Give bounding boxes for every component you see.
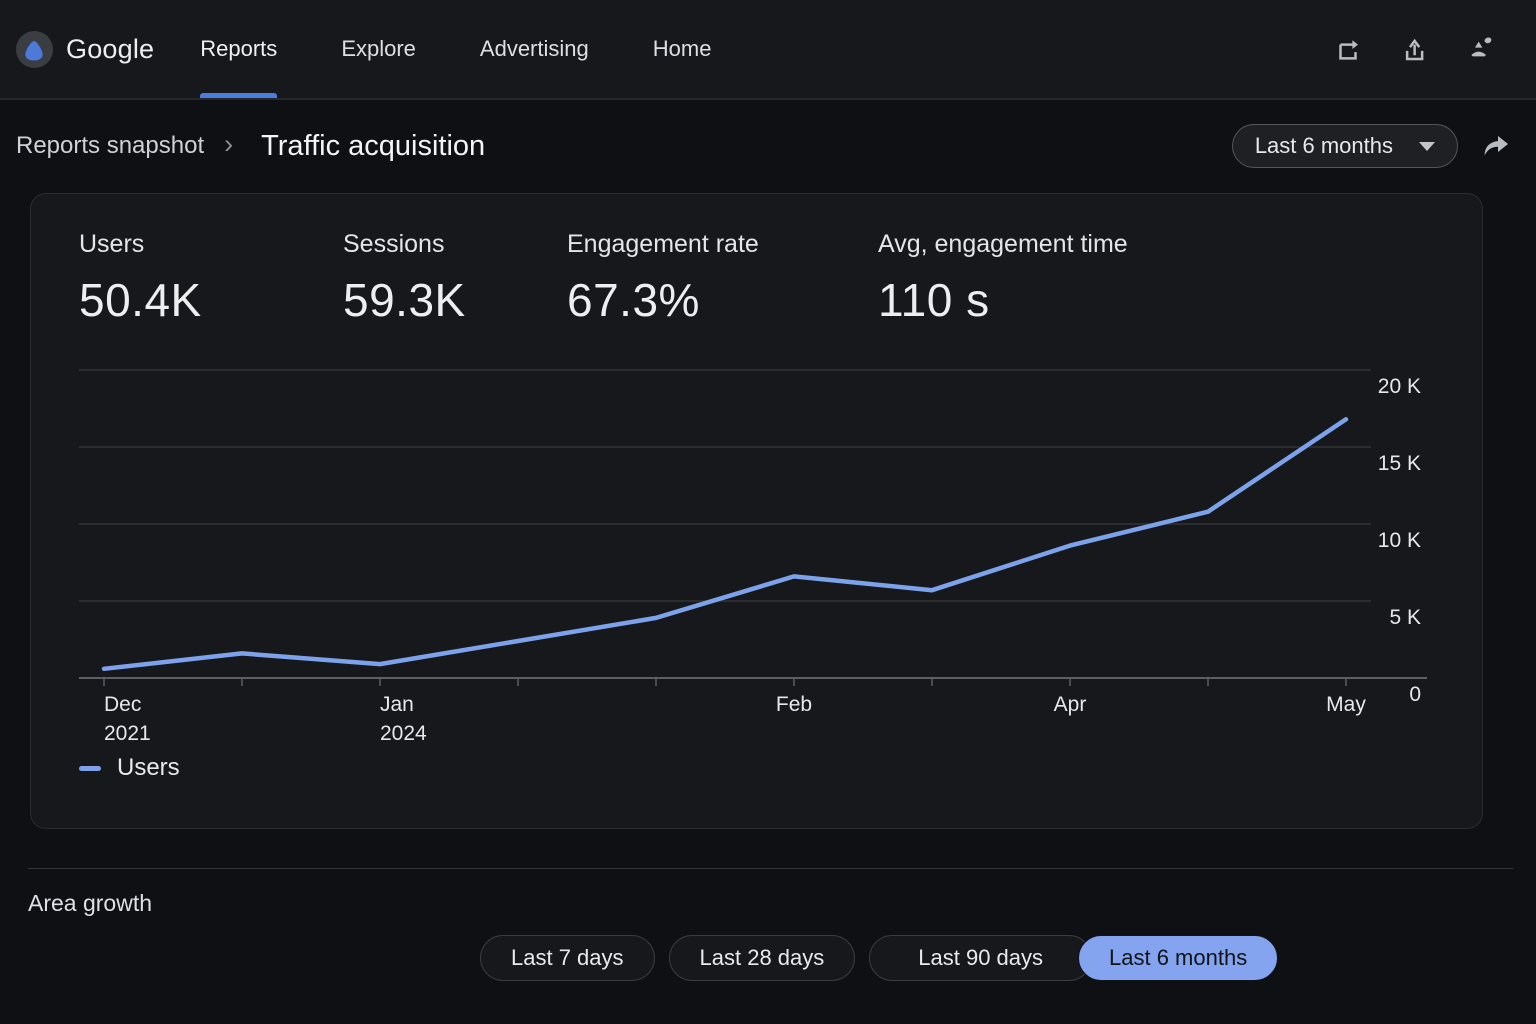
y-axis-label: 0 — [1409, 683, 1421, 706]
metric-sessions: Sessions 59.3K — [343, 230, 466, 327]
upload-icon[interactable] — [1398, 33, 1430, 65]
metric-label: Users — [79, 230, 202, 259]
date-range-value: Last 6 months — [1255, 133, 1393, 159]
y-axis-label: 10 K — [1378, 529, 1421, 552]
range-button-last-90-days[interactable]: Last 90 days — [869, 935, 1092, 981]
metric-value: 67.3% — [567, 273, 759, 327]
caret-down-icon — [1419, 142, 1435, 151]
y-axis-label: 20 K — [1378, 375, 1421, 398]
redirect-icon[interactable] — [1332, 33, 1364, 65]
date-range-dropdown[interactable]: Last 6 months — [1232, 124, 1458, 168]
nav-item-label: Explore — [341, 36, 416, 62]
analytics-logo-icon — [16, 31, 53, 68]
chevron-right-icon: › — [224, 129, 233, 160]
x-axis-label: 2024 — [380, 722, 427, 745]
metric-avg-engagement-time: Avg, engagement time 110 s — [878, 230, 1128, 327]
nav-item-home[interactable]: Home — [653, 0, 712, 98]
primary-nav: Reports Explore Advertising Home — [200, 0, 775, 98]
legend-label: Users — [117, 754, 180, 782]
date-range-button-group: Last 7 days Last 28 days Last 90 daysLast … — [480, 935, 1536, 981]
metric-label: Engagement rate — [567, 230, 759, 259]
breadcrumb-parent[interactable]: Reports snapshot — [16, 132, 204, 160]
range-button-last-28-days[interactable]: Last 28 days — [669, 935, 856, 981]
nav-item-label: Home — [653, 36, 712, 62]
header-controls: Last 6 months — [1232, 124, 1512, 168]
metric-value: 110 s — [878, 273, 1128, 327]
metric-label: Avg, engagement time — [878, 230, 1128, 259]
legend-line-swatch — [79, 766, 101, 771]
brand-title: Google — [66, 34, 154, 65]
section-divider — [28, 868, 1513, 869]
y-axis-label: 5 K — [1389, 606, 1421, 629]
account-icon[interactable] — [1464, 33, 1496, 65]
report-header-row: Reports snapshot › Traffic acquisition L… — [0, 100, 1536, 192]
metric-engagement-rate: Engagement rate 67.3% — [567, 230, 759, 327]
chart-legend: Users — [79, 754, 180, 782]
x-axis-label: 2021 — [104, 722, 151, 745]
section-title: Area growth — [28, 890, 1536, 917]
x-axis-label: May — [1326, 693, 1366, 716]
metric-value: 59.3K — [343, 273, 466, 327]
nav-item-explore[interactable]: Explore — [341, 0, 416, 98]
y-axis-label: 15 K — [1378, 452, 1421, 475]
metric-users: Users 50.4K — [79, 230, 202, 327]
nav-item-label: Reports — [200, 36, 277, 62]
users-line-series — [104, 419, 1346, 669]
nav-item-reports[interactable]: Reports — [200, 0, 277, 98]
top-navigation-bar: Google Reports Explore Advertising Home — [0, 0, 1536, 100]
users-line-chart: 20 K 15 K 10 K 5 K 0 Dec 2021 Jan 2024 Feb Apr May — [79, 356, 1427, 748]
x-axis-label: Jan — [380, 693, 414, 716]
traffic-overview-card: Users 50.4K Sessions 59.3K Engagement rate 67… — [30, 193, 1483, 829]
page-title: Traffic acquisition — [261, 130, 485, 163]
range-button-last-6-months[interactable]: Last 6 months — [1078, 935, 1278, 981]
range-button-last-7-days[interactable]: Last 7 days — [480, 935, 655, 981]
metric-label: Sessions — [343, 230, 466, 259]
share-icon[interactable] — [1480, 130, 1512, 162]
x-axis-label: Dec — [104, 693, 141, 716]
x-axis-label: Feb — [776, 693, 812, 716]
app-logo[interactable]: Google — [16, 31, 154, 68]
metric-value: 50.4K — [79, 273, 202, 327]
nav-item-advertising[interactable]: Advertising — [480, 0, 589, 98]
nav-actions — [1332, 0, 1496, 98]
x-axis-label: Apr — [1054, 693, 1087, 716]
nav-item-label: Advertising — [480, 36, 589, 62]
